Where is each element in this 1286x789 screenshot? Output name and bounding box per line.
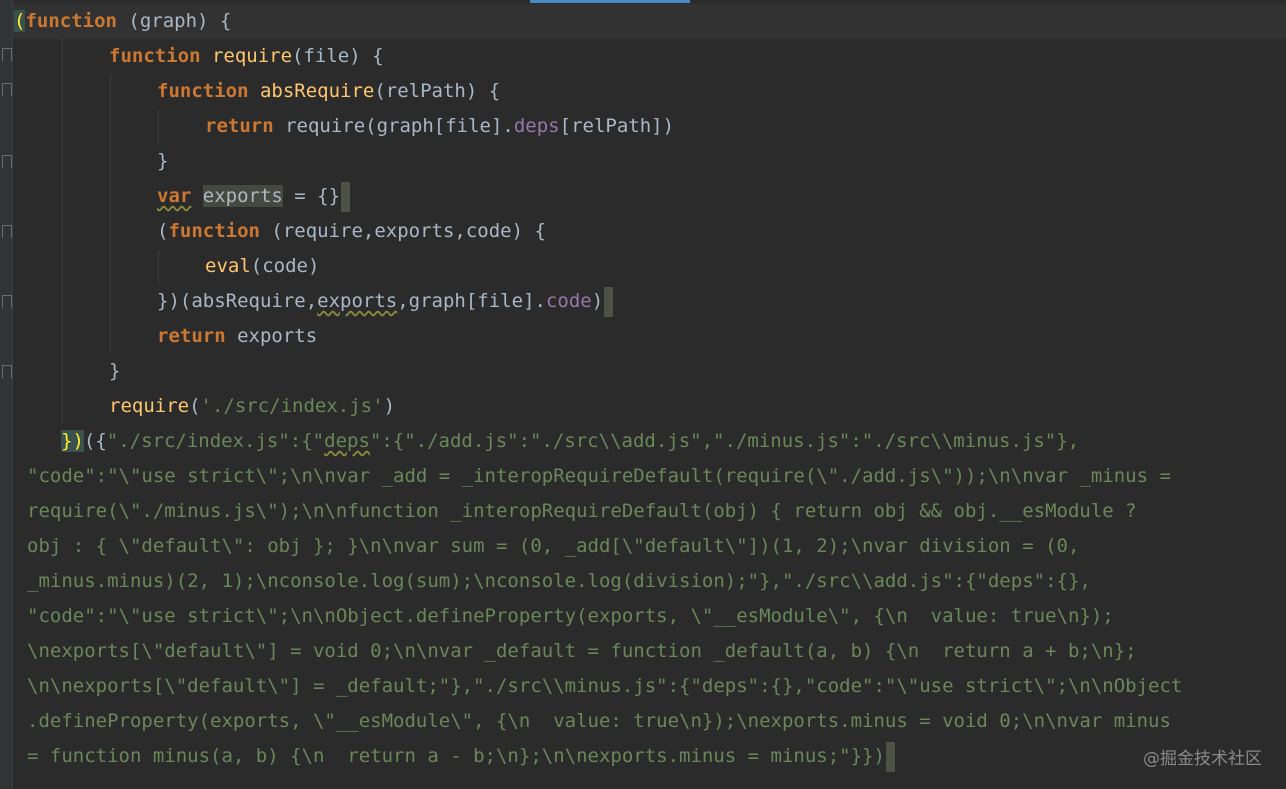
code-line: } xyxy=(109,354,120,389)
active-tab-indicator xyxy=(530,0,690,3)
string-line: = function minus(a, b) {\n return a - b;… xyxy=(27,739,895,774)
selected-identifier: exports xyxy=(202,185,283,207)
code-line: function require(file) { xyxy=(109,39,384,74)
fold-marker-icon[interactable] xyxy=(2,83,12,96)
keyword: return xyxy=(205,115,274,137)
watermark: @掘金技术社区 xyxy=(1143,749,1262,769)
code-line: eval(code) xyxy=(205,249,319,284)
string-line: \n\nexports[\"default\"] = _default;"},"… xyxy=(27,675,1183,697)
string-line: require(\"./minus.js\");\n\nfunction _in… xyxy=(27,500,1137,522)
caret-marker xyxy=(604,286,614,317)
code-text: } xyxy=(109,360,121,382)
code-text: require(graph[file]. xyxy=(273,115,514,137)
string: "./src/index.js":{" xyxy=(106,430,325,452)
property: deps xyxy=(513,115,560,137)
keyword: var xyxy=(157,185,192,207)
code-line: })({"./src/index.js":{"deps":{"./add.js"… xyxy=(61,424,1079,459)
bracket-match: ( xyxy=(14,10,26,32)
string-line: _minus.minus)(2, 1);\nconsole.log(sum);\… xyxy=(27,570,1091,592)
string-line: obj : { \"default\": obj }; }\n\nvar sum… xyxy=(27,535,1080,557)
code-text: exports xyxy=(225,325,318,347)
code-text: = {} xyxy=(282,185,341,207)
string: ":{"./add.js":"./src\\add.js","./minus.j… xyxy=(369,430,1080,452)
code-text: (relPath) { xyxy=(374,80,501,102)
fold-marker-icon[interactable] xyxy=(2,155,12,168)
code-text: ) xyxy=(591,290,604,312)
code-line: var exports = {} xyxy=(157,179,351,214)
caret-marker xyxy=(341,181,351,212)
string-line: "code":"\"use strict\";\n\nObject.define… xyxy=(27,605,1114,627)
code-text: ( xyxy=(157,220,169,242)
code-line: } xyxy=(157,144,168,179)
indent-guide xyxy=(158,249,159,284)
caret-marker xyxy=(885,741,895,772)
code-text: ({ xyxy=(83,430,107,452)
fold-marker-icon[interactable] xyxy=(2,225,12,238)
code-line: function absRequire(relPath) { xyxy=(157,74,500,109)
code-text: ,graph[file]. xyxy=(397,290,546,312)
code-text: })(absRequire, xyxy=(157,290,318,312)
indent-guide xyxy=(110,74,111,354)
string: = function minus(a, b) {\n return a - b;… xyxy=(27,745,885,767)
code-text: (graph) { xyxy=(116,10,232,32)
editor-gutter[interactable] xyxy=(0,0,13,789)
code-text: ) xyxy=(383,395,396,417)
string-line: .defineProperty(exports, \"__esModule\",… xyxy=(27,710,1171,732)
keyword: function xyxy=(157,80,249,102)
string: './src/index.js' xyxy=(200,395,384,417)
fold-marker-icon[interactable] xyxy=(2,365,12,378)
keyword: function xyxy=(25,10,117,32)
code-text: (require,exports,code) { xyxy=(259,220,546,242)
keyword: function xyxy=(168,220,260,242)
code-text: [relPath]) xyxy=(559,115,675,137)
code-line: require('./src/index.js') xyxy=(109,389,395,424)
code-line: (function (graph) { xyxy=(14,4,231,39)
function-name: absRequire xyxy=(259,80,375,102)
keyword: function xyxy=(109,45,201,67)
code-text: exports xyxy=(317,290,398,312)
code-line: return exports xyxy=(157,319,317,354)
string-line: \nexports[\"default\"] = void 0;\n\nvar … xyxy=(27,640,1137,662)
fold-marker-icon[interactable] xyxy=(2,48,12,61)
code-text: (code) xyxy=(250,255,320,277)
keyword: return xyxy=(157,325,226,347)
property: code xyxy=(545,290,592,312)
indent-guide xyxy=(62,39,63,424)
bracket-match: }) xyxy=(61,430,84,452)
code-line: })(absRequire,exports,graph[file].code) xyxy=(157,284,614,319)
code-text: } xyxy=(157,150,169,172)
string: deps xyxy=(324,430,370,452)
function-name: eval xyxy=(205,255,251,277)
fold-marker-icon[interactable] xyxy=(2,295,12,308)
indent-guide xyxy=(158,109,159,144)
function-name: require xyxy=(109,395,190,417)
function-name: require xyxy=(211,45,293,67)
code-text: ( xyxy=(189,395,201,417)
code-text: (file) { xyxy=(292,45,384,67)
code-line: return require(graph[file].deps[relPath]… xyxy=(205,109,674,144)
string-line: "code":"\"use strict\";\n\nvar _add = _i… xyxy=(27,465,1171,487)
code-line: (function (require,exports,code) { xyxy=(157,214,546,249)
